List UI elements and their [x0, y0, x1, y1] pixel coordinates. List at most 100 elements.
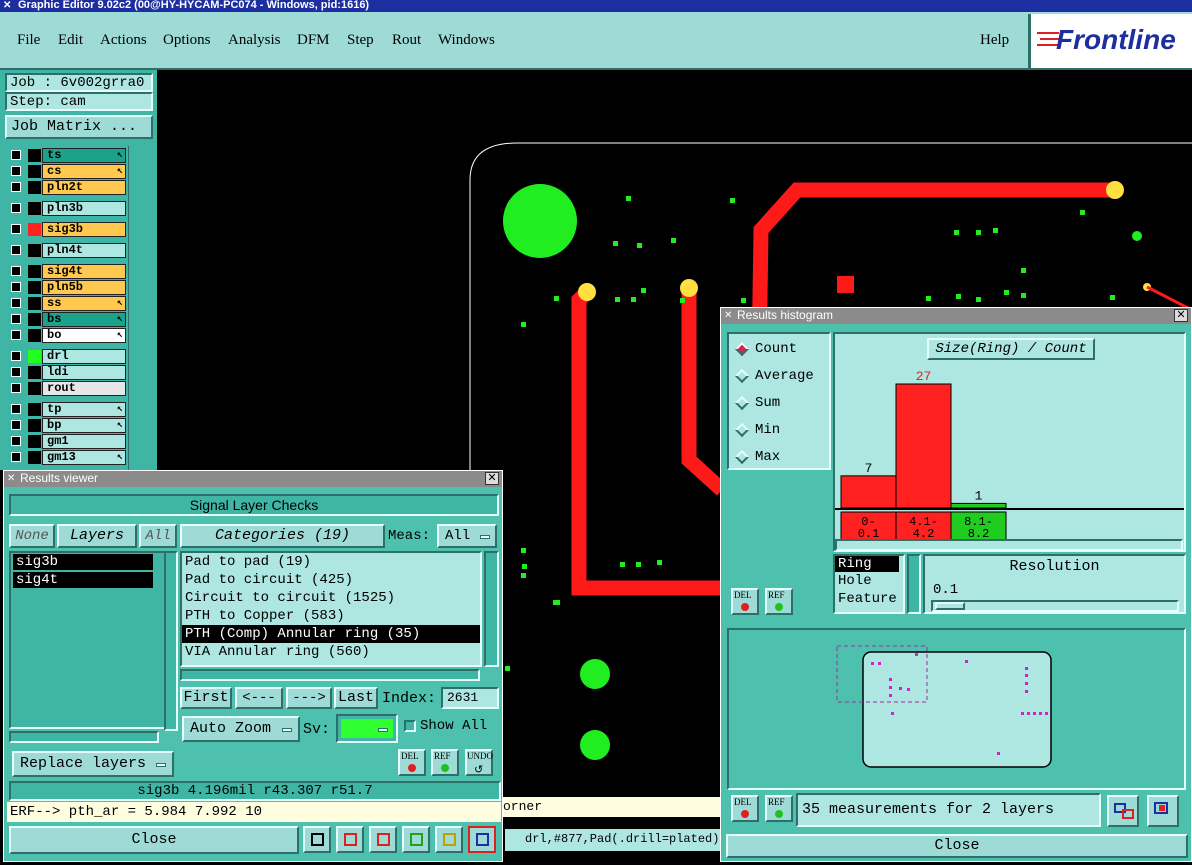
layer-name[interactable]: bp ↖ — [42, 418, 126, 433]
layer-name[interactable]: drl — [42, 349, 126, 364]
next-button[interactable]: ---> — [286, 687, 332, 709]
layer-results-list[interactable]: sig3b sig4t — [9, 551, 167, 729]
layer-name[interactable]: bs ↖ — [42, 312, 126, 327]
category-item[interactable]: Pad to pad (19) — [182, 553, 480, 571]
ref-button[interactable]: REF — [431, 749, 459, 776]
mode-radio-min[interactable]: Min — [734, 421, 825, 441]
layer-row-gm13[interactable]: gm13 ↖ — [6, 450, 126, 465]
layer-color-swatch[interactable] — [28, 149, 41, 162]
replace-layers-dropdown[interactable]: Replace layers — [12, 751, 174, 777]
layer-name[interactable]: pln4t — [42, 243, 126, 258]
menu-rout[interactable]: Rout — [392, 32, 421, 49]
menu-file[interactable]: File — [17, 32, 40, 49]
layer-row-ts[interactable]: ts ↖ — [6, 148, 126, 163]
layer-list-scrollbar[interactable] — [164, 551, 178, 731]
notes-icon[interactable] — [435, 826, 463, 853]
layer-checkbox[interactable] — [11, 266, 21, 276]
layer-checkbox[interactable] — [11, 245, 21, 255]
last-button[interactable]: Last — [334, 687, 378, 709]
category-item[interactable]: PTH (Comp) Annular ring (35) — [182, 625, 480, 643]
layers-button[interactable]: Layers — [57, 524, 137, 548]
layer-name[interactable]: ldi — [42, 365, 126, 380]
layer-checkbox[interactable] — [11, 298, 21, 308]
mode-radio-count[interactable]: Count — [734, 340, 825, 360]
layer-checkbox[interactable] — [11, 452, 21, 462]
layers-all-button[interactable]: All — [139, 524, 177, 548]
layer-checkbox[interactable] — [11, 404, 21, 414]
job-matrix-button[interactable]: Job Matrix ... — [5, 115, 153, 139]
layer-row-gm1[interactable]: gm1 — [6, 434, 126, 449]
layer-row-bo[interactable]: bo ↖ — [6, 328, 126, 343]
layer-name[interactable]: bo ↖ — [42, 328, 126, 343]
chart-hscroll[interactable] — [835, 539, 1183, 551]
layer-color-swatch[interactable] — [28, 265, 41, 278]
layer-name[interactable]: gm1 — [42, 434, 126, 449]
layer-name[interactable]: rout — [42, 381, 126, 396]
layer-color-swatch[interactable] — [28, 181, 41, 194]
menu-analysis[interactable]: Analysis — [228, 32, 281, 49]
layer-color-swatch[interactable] — [28, 366, 41, 379]
layer-checkbox[interactable] — [11, 420, 21, 430]
layer-checkbox[interactable] — [11, 314, 21, 324]
layer-color-swatch[interactable] — [28, 165, 41, 178]
category-item[interactable]: Circuit to circuit (1525) — [182, 589, 480, 607]
layer-result-sig4t[interactable]: sig4t — [13, 572, 153, 588]
menu-options[interactable]: Options — [163, 32, 211, 49]
layer-color-swatch[interactable] — [28, 451, 41, 464]
category-item[interactable]: VIA Annular ring (560) — [182, 643, 480, 661]
meas-dropdown[interactable]: All — [437, 524, 497, 548]
hist-del-button[interactable]: DEL — [731, 588, 759, 615]
slider-handle[interactable] — [935, 602, 965, 610]
attr-scrollbar[interactable] — [907, 554, 921, 614]
first-button[interactable]: First — [180, 687, 232, 709]
close-button[interactable]: Close — [9, 826, 299, 854]
layer-checkbox[interactable] — [11, 150, 21, 160]
category-item[interactable]: Pad to circuit (425) — [182, 571, 480, 589]
mode-radio-max[interactable]: Max — [734, 448, 825, 468]
layer-row-ss[interactable]: ss ↖ — [6, 296, 126, 311]
layer-checkbox[interactable] — [11, 182, 21, 192]
layer-name[interactable]: pln3b — [42, 201, 126, 216]
attribute-list[interactable]: Ring Hole Feature — [833, 554, 905, 614]
menu-dfm[interactable]: DFM — [297, 32, 330, 49]
mode-radio-average[interactable]: Average — [734, 367, 825, 387]
layer-checkbox[interactable] — [11, 224, 21, 234]
histogram-icon[interactable] — [468, 826, 496, 853]
layer-color-swatch[interactable] — [28, 281, 41, 294]
menu-help[interactable]: Help — [980, 32, 1009, 49]
histogram-close-button[interactable]: Close — [726, 834, 1188, 858]
show-all-checkbox[interactable] — [404, 720, 416, 732]
layer-color-swatch[interactable] — [28, 329, 41, 342]
layer-checkbox[interactable] — [11, 282, 21, 292]
layer-name[interactable]: sig3b — [42, 222, 126, 237]
layer-color-swatch[interactable] — [28, 223, 41, 236]
layer-row-drl[interactable]: drl — [6, 349, 126, 364]
layer-row-cs[interactable]: cs ↖ — [6, 164, 126, 179]
layer-name[interactable]: tp ↖ — [42, 402, 126, 417]
layer-result-sig3b[interactable]: sig3b — [13, 554, 153, 570]
layer-name[interactable]: ts ↖ — [42, 148, 126, 163]
layer-checkbox[interactable] — [11, 166, 21, 176]
erase-icon[interactable] — [369, 826, 397, 853]
layer-row-rout[interactable]: rout — [6, 381, 126, 396]
hist-ref-button[interactable]: REF — [765, 588, 793, 615]
layer-row-sig4t[interactable]: sig4t — [6, 264, 126, 279]
menu-edit[interactable]: Edit — [58, 32, 83, 49]
layer-row-pln4t[interactable]: pln4t — [6, 243, 126, 258]
layer-color-swatch[interactable] — [28, 403, 41, 416]
zoom-home-icon[interactable] — [1147, 795, 1179, 827]
layer-name[interactable]: pln2t — [42, 180, 126, 195]
attr-ring[interactable]: Ring — [835, 556, 899, 572]
layer-row-pln2t[interactable]: pln2t — [6, 180, 126, 195]
numbers-icon[interactable] — [402, 826, 430, 853]
attr-feature[interactable]: Feature — [835, 590, 903, 608]
menu-step[interactable]: Step — [347, 32, 374, 49]
category-item[interactable]: PTH to Copper (583) — [182, 607, 480, 625]
layer-checkbox[interactable] — [11, 330, 21, 340]
del-button[interactable]: DEL — [398, 749, 426, 776]
close-icon[interactable]: ✕ — [485, 472, 499, 485]
layer-row-pln5b[interactable]: pln5b — [6, 280, 126, 295]
layer-color-swatch[interactable] — [28, 350, 41, 363]
layer-checkbox[interactable] — [11, 383, 21, 393]
zoom-fit-icon[interactable] — [1107, 795, 1139, 827]
